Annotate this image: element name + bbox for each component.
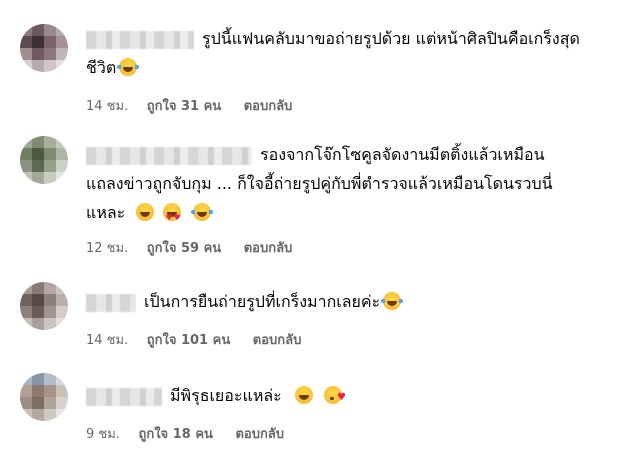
laughing-tears-emoji-icon <box>381 292 404 310</box>
commenter-name-redacted[interactable] <box>86 30 194 49</box>
comment-timestamp[interactable]: 14 ชม. <box>86 333 128 348</box>
reply-button[interactable]: ตอบกลับ <box>235 427 284 442</box>
comment-timestamp[interactable]: 9 ชม. <box>86 427 120 442</box>
reply-button[interactable]: ตอบกลับ <box>253 333 302 348</box>
comment-text: เป็นการยืนถ่ายรูปที่เกร็งมากเลยค่ะ <box>86 287 630 316</box>
avatar[interactable] <box>20 373 68 421</box>
like-count[interactable]: ถูกใจ 31 คน <box>147 99 221 114</box>
laughing-tears-emoji-icon <box>117 58 140 76</box>
laughing-emoji-icon <box>136 203 155 221</box>
heart-eyes-emoji-icon <box>163 203 182 232</box>
reply-button[interactable]: ตอบกลับ <box>244 99 293 114</box>
like-count[interactable]: ถูกใจ 101 คน <box>147 333 230 348</box>
commenter-name-redacted[interactable] <box>86 387 162 406</box>
comment-meta: 14 ชม. ถูกใจ 101 คน ตอบกลับ <box>86 329 301 350</box>
grinning-emoji-icon <box>294 386 313 404</box>
commenter-name-redacted[interactable] <box>86 293 136 312</box>
laughing-tears-emoji-icon <box>190 203 213 221</box>
kissing-heart-emoji-icon <box>323 383 346 412</box>
comment-text: แหละ <box>86 198 630 232</box>
comment-text: ชีวิต <box>86 53 630 82</box>
comment-timestamp[interactable]: 14 ชม. <box>86 99 128 114</box>
comment-meta: 12 ชม. ถูกใจ 59 คน ตอบกลับ <box>86 237 292 258</box>
avatar[interactable] <box>20 24 68 72</box>
comment-timestamp[interactable]: 12 ชม. <box>86 241 128 256</box>
like-count[interactable]: ถูกใจ 59 คน <box>147 241 221 256</box>
comment-text: รูปนี้แฟนคลับมาขอถ่ายรูปด้วย แต่หน้าศิลป… <box>86 24 630 53</box>
reply-button[interactable]: ตอบกลับ <box>244 241 293 256</box>
comment-text: แถลงข่าวถูกจับกุม ... ก็ใจอี้ถ่ายรูปคู่ก… <box>86 174 553 193</box>
comment-meta: 9 ชม. ถูกใจ 18 คน ตอบกลับ <box>86 423 284 444</box>
comment-meta: 14 ชม. ถูกใจ 31 คน ตอบกลับ <box>86 95 292 116</box>
comment-text: มีพิรุธเยอะแหล่ะ <box>86 381 630 412</box>
avatar[interactable] <box>20 282 68 330</box>
like-count[interactable]: ถูกใจ 18 คน <box>138 427 212 442</box>
avatar[interactable] <box>20 136 68 184</box>
comment-text: รองจากโจ๊กโซคูลจัดงานมีตติ้งแล้วเหมือน <box>86 140 630 169</box>
commenter-name-redacted[interactable] <box>86 146 252 165</box>
